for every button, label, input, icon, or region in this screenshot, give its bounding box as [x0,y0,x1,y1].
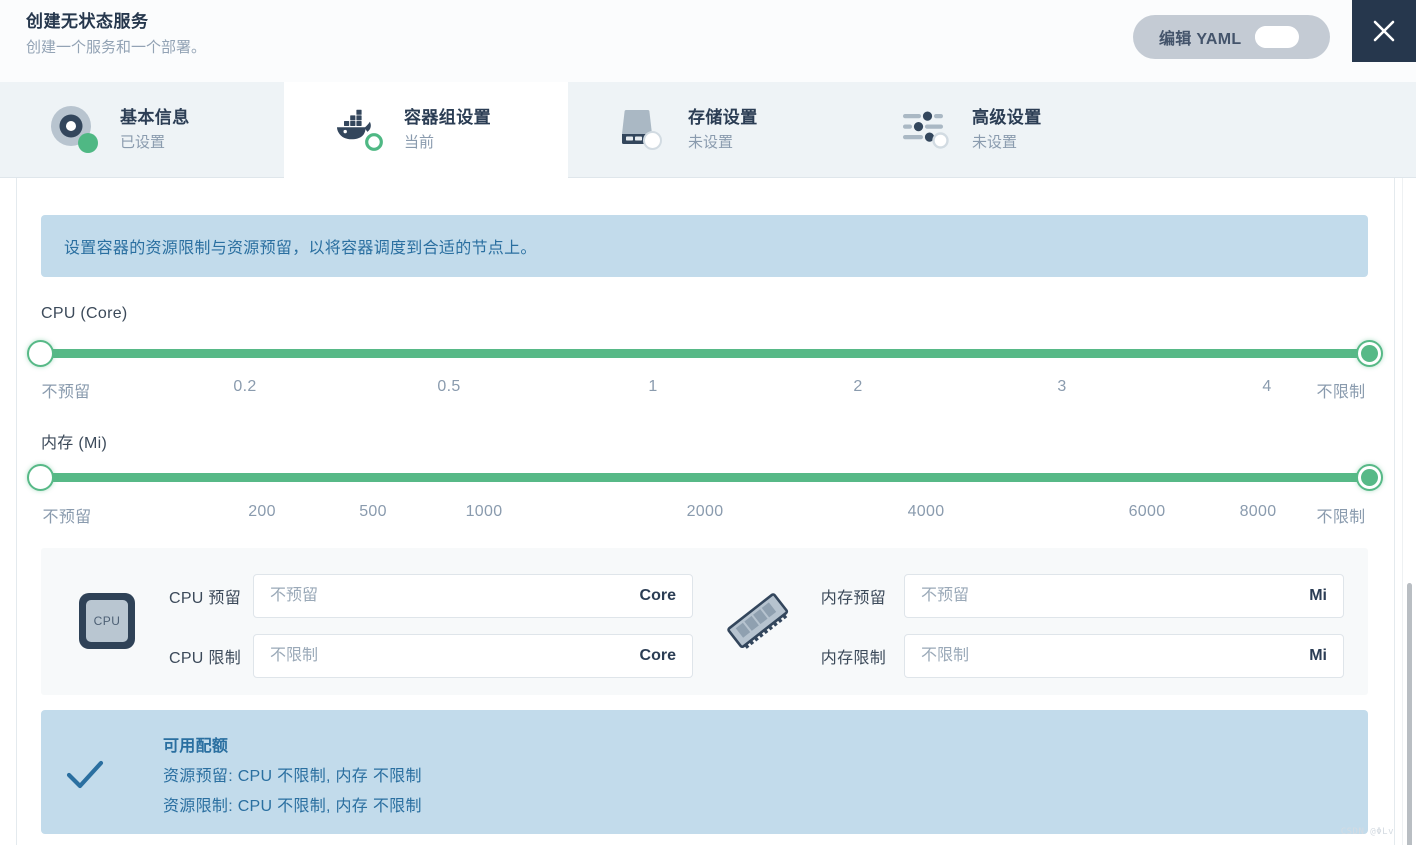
tab-basic-info-status: 已设置 [120,134,166,151]
memory-request-unit: Mi [1309,587,1327,604]
cpu-tick: 3 [1057,378,1067,395]
edit-yaml-toggle[interactable]: 编辑 YAML [1133,15,1330,59]
memory-tick: 200 [248,503,276,520]
memory-slider-handle-max[interactable] [1356,464,1383,491]
cpu-request-field[interactable]: Core [253,574,693,618]
memory-limit-field[interactable]: Mi [904,634,1344,678]
page-title: 创建无状态服务 [26,12,149,31]
tab-container-group-label: 容器组设置 [404,108,491,127]
page-subtitle: 创建一个服务和一个部署。 [26,39,207,56]
tab-storage-texts: 存储设置 未设置 [688,105,758,155]
cpu-slider-handle-max[interactable] [1356,340,1383,367]
cpu-limit-field[interactable]: Core [253,634,693,678]
memory-limit-label: 内存限制 [820,650,886,667]
close-icon [1373,20,1395,42]
cpu-request-row: CPU 预留 Core [159,574,693,618]
memory-tick: 1000 [465,503,503,520]
memory-request-input[interactable] [921,587,1300,605]
memory-tick: 2000 [686,503,724,520]
memory-request-row: 内存预留 Mi [806,574,1344,618]
step-tabs: 基本信息 已设置 容器组设置 当前 存储设置 未设置 高级设置 未设置 [0,82,1416,178]
cpu-tick: 4 [1262,378,1272,395]
cpu-slider-handle-min[interactable] [27,340,54,367]
memory-tick: 500 [359,503,387,520]
hard-disk-icon [614,102,670,158]
memory-limit-row: 内存限制 Mi [806,634,1344,678]
memory-tick: 4000 [907,503,945,520]
cpu-chip-inner: CPU [86,600,128,642]
check-icon [65,758,105,797]
dialog-header: 创建无状态服务 创建一个服务和一个部署。 编辑 YAML [0,0,1416,82]
yaml-switch-knob [1255,26,1278,48]
cpu-tick: 0.2 [233,378,257,395]
scrollbar-thumb[interactable] [1407,583,1412,845]
tab-basic-info[interactable]: 基本信息 已设置 [0,82,284,178]
tab-storage-label: 存储设置 [688,108,758,127]
cpu-request-input[interactable] [270,587,630,605]
memory-tick: 6000 [1128,503,1166,520]
memory-tick: 不限制 [1316,509,1366,526]
tab-advanced-status: 未设置 [972,134,1018,151]
available-quota-panel: 可用配额 资源预留: CPU 不限制, 内存 不限制 资源限制: CPU 不限制… [41,710,1368,834]
cpu-limit-label: CPU 限制 [168,650,241,667]
container-group-settings-panel: 设置容器的资源限制与资源预留，以将容器调度到合适的节点上。 CPU (Core)… [0,178,1416,845]
tab-advanced-label: 高级设置 [972,108,1042,127]
tab-container-group-status: 当前 [404,134,435,151]
cpu-chip-text: CPU [93,614,121,628]
quota-requests-line: 资源预留: CPU 不限制, 内存 不限制 [163,768,422,785]
memory-tick: 不预留 [42,509,92,526]
memory-limit-input[interactable] [921,647,1300,665]
memory-slider-label: 内存 (Mi) [41,435,108,452]
cpu-request-label: CPU 预留 [168,590,241,607]
memory-tick: 8000 [1239,503,1277,520]
memory-request-label: 内存预留 [820,590,886,607]
resource-fields-card: CPU CPU 预留 Core CPU 限制 Core [41,548,1368,695]
tab-container-group-texts: 容器组设置 当前 [404,105,491,155]
resource-info-text: 设置容器的资源限制与资源预留，以将容器调度到合适的节点上。 [64,240,537,257]
memory-slider-ticks: 不预留 200 500 1000 2000 4000 6000 8000 不限制 [0,503,1416,526]
cpu-tick: 0.5 [437,378,461,395]
watermark: CSDN @ΦLv [1340,827,1394,837]
tab-container-group[interactable]: 容器组设置 当前 [284,82,568,178]
cpu-range-slider[interactable] [26,340,1390,367]
cpu-slider-ticks: 不预留 0.2 0.5 1 2 3 4 不限制 [0,378,1416,401]
cpu-tick: 1 [648,378,658,395]
cpu-tick: 不限制 [1316,384,1366,401]
quota-title: 可用配额 [163,738,229,755]
sliders-icon [898,102,954,158]
quota-limits-line: 资源限制: CPU 不限制, 内存 不限制 [163,798,422,815]
memory-request-field[interactable]: Mi [904,574,1344,618]
cpu-chip-icon: CPU [79,593,135,649]
resource-info-banner: 设置容器的资源限制与资源预留，以将容器调度到合适的节点上。 [41,215,1368,277]
memory-stick-icon [723,588,793,659]
cpu-slider-label: CPU (Core) [41,305,128,322]
cpu-limit-row: CPU 限制 Core [159,634,693,678]
tab-basic-info-label: 基本信息 [120,108,190,127]
cpu-request-unit: Core [639,587,676,604]
tab-basic-info-texts: 基本信息 已设置 [120,105,190,155]
docker-whale-icon [330,102,386,158]
tab-advanced-texts: 高级设置 未设置 [972,105,1042,155]
tab-advanced[interactable]: 高级设置 未设置 [852,82,1136,178]
tab-storage-status: 未设置 [688,134,734,151]
create-stateless-service-dialog: 创建无状态服务 创建一个服务和一个部署。 编辑 YAML 基本信息 已设置 容器… [0,0,1416,845]
cpu-limit-unit: Core [639,647,676,664]
yaml-switch[interactable] [1255,26,1300,48]
tab-storage[interactable]: 存储设置 未设置 [568,82,852,178]
memory-range-slider[interactable] [26,464,1390,491]
content-scrollbar[interactable] [1402,178,1416,845]
close-button[interactable] [1352,0,1416,62]
edit-yaml-label: 编辑 YAML [1159,31,1242,48]
memory-limit-unit: Mi [1309,647,1327,664]
cpu-tick: 不预留 [41,384,91,401]
cpu-slider-fill [40,349,1376,358]
memory-slider-fill [40,473,1376,482]
cpu-limit-input[interactable] [270,647,630,665]
memory-slider-handle-min[interactable] [27,464,54,491]
cpu-tick: 2 [853,378,863,395]
header-titles: 创建无状态服务 创建一个服务和一个部署。 [26,10,206,60]
target-circle-icon [46,102,102,158]
